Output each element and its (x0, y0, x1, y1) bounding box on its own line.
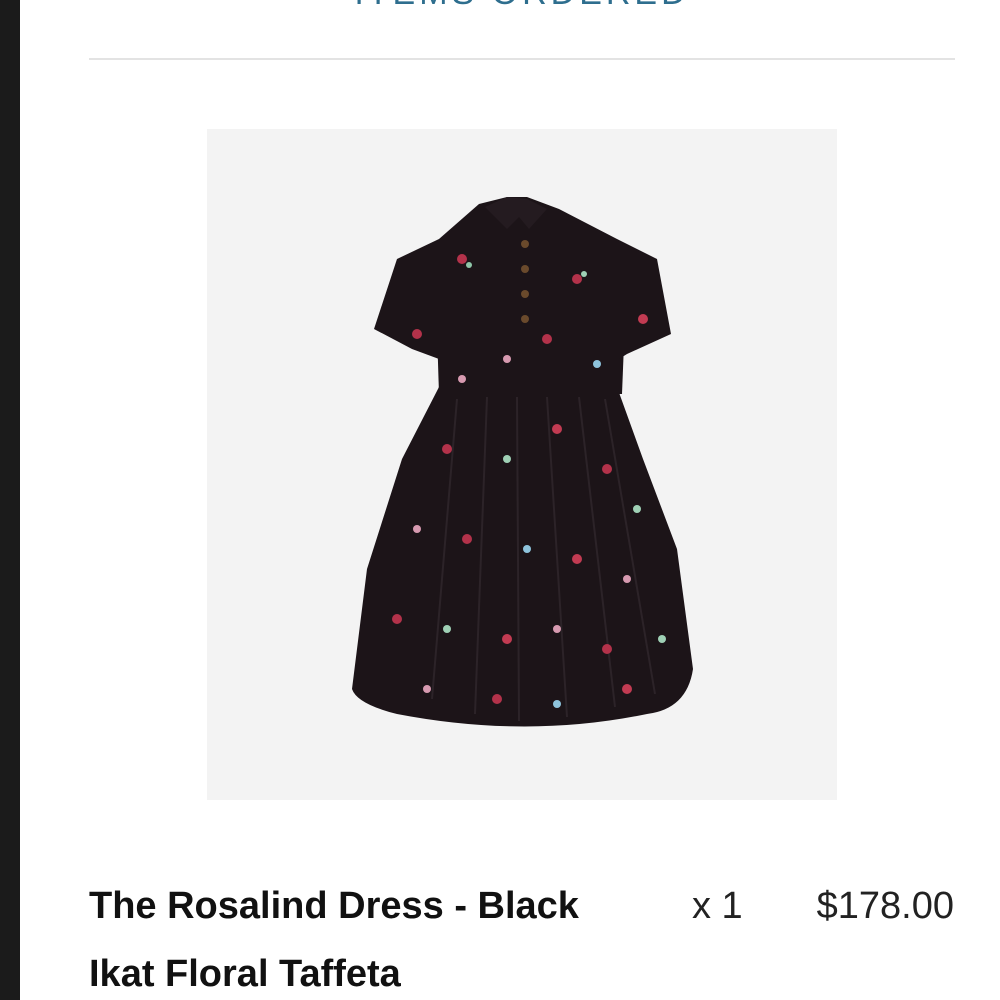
product-name[interactable]: The Rosalind Dress - Black Ikat Floral T… (89, 872, 629, 1000)
section-title: ITEMS ORDERED (89, 0, 955, 10)
order-page: ITEMS ORDERED (0, 0, 1000, 1000)
product-image[interactable] (207, 129, 837, 800)
dress-image (207, 129, 837, 800)
left-edge-bar (0, 0, 20, 1000)
divider (89, 58, 955, 60)
product-price: $178.00 (816, 885, 954, 927)
product-quantity: x 1 (692, 885, 743, 927)
